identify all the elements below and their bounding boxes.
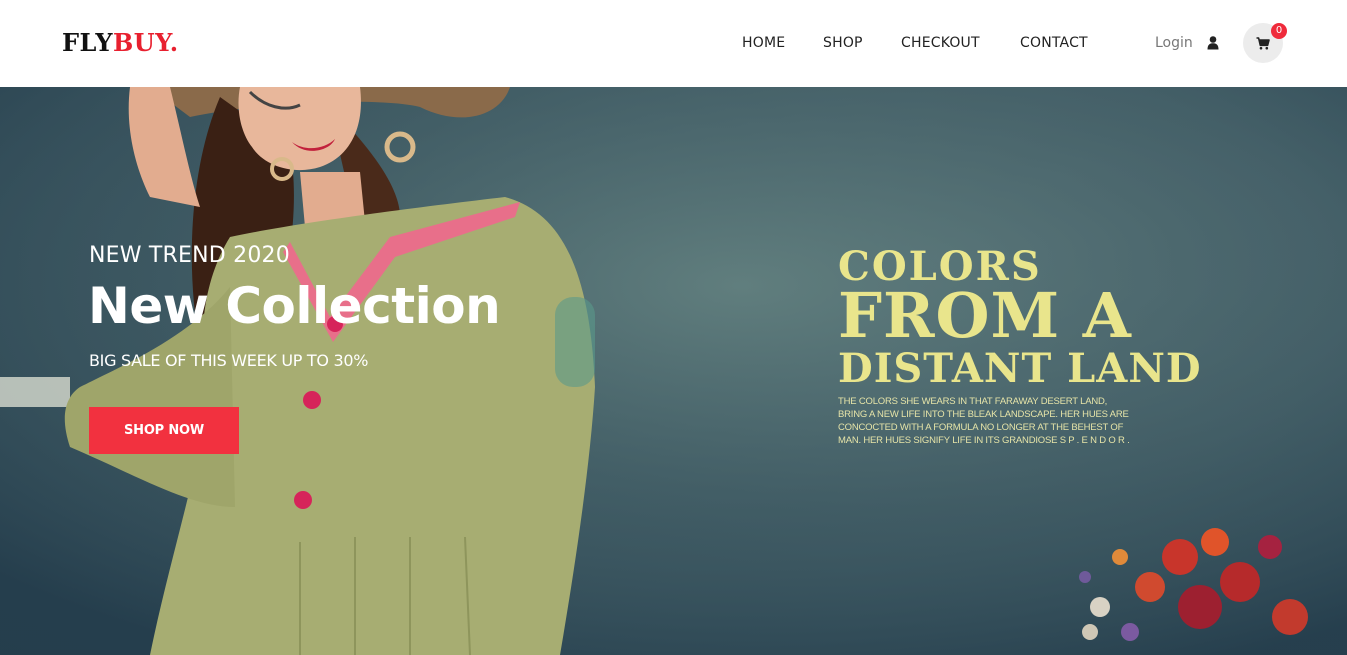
login-link[interactable]: Login — [1155, 33, 1193, 53]
poster-text: COLORS FROM A DISTANT LAND THE COLORS SH… — [838, 247, 1202, 447]
logo-text-fly: FLY — [62, 28, 114, 57]
cart-count-badge: 0 — [1271, 23, 1287, 39]
nav-item-checkout[interactable]: CHECKOUT — [901, 33, 980, 53]
user-icon[interactable] — [1207, 36, 1219, 50]
hero-eyebrow: NEW TREND 2020 — [89, 243, 290, 268]
hero-subtitle: BIG SALE OF THIS WEEK UP TO 30% — [89, 351, 369, 370]
nav-item-home[interactable]: HOME — [742, 33, 785, 53]
poster-blurb: THE COLORS SHE WEARS IN THAT FARAWAY DES… — [838, 396, 1130, 446]
nav-item-shop[interactable]: SHOP — [823, 33, 863, 53]
shop-now-button[interactable]: SHOP NOW — [89, 407, 239, 454]
hero-banner: NEW TREND 2020 New Collection BIG SALE O… — [0, 87, 1347, 655]
nav-item-contact[interactable]: CONTACT — [1020, 33, 1088, 53]
logo-text-buy: BUY. — [113, 28, 179, 57]
hero-title: New Collection — [88, 277, 501, 335]
cart-icon — [1256, 37, 1270, 50]
site-header: FLYBUY. HOME SHOP CHECKOUT CONTACT Login… — [0, 0, 1347, 87]
poster-line-3: DISTANT LAND — [838, 345, 1202, 392]
poster-line-2: FROM A — [838, 279, 1132, 352]
brand-logo[interactable]: FLYBUY. — [62, 28, 179, 58]
